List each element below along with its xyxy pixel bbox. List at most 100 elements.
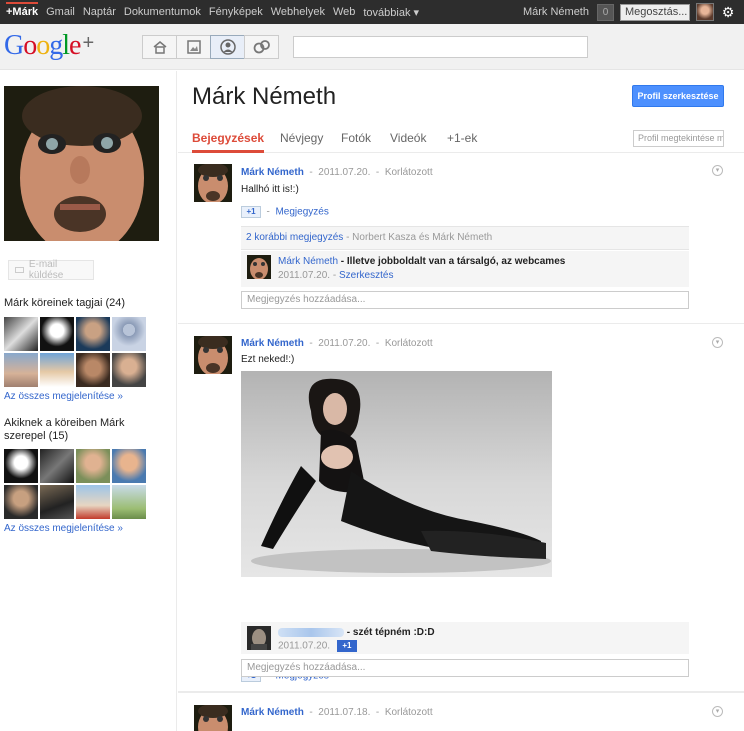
envelope-icon <box>15 267 24 273</box>
post-text: Ezt neked!:) <box>241 354 295 365</box>
view-profile-as-input[interactable]: Profil megtekintése m <box>633 130 724 147</box>
nav-photos[interactable]: Fényképek <box>209 6 263 18</box>
tab-photos[interactable]: Fotók <box>341 131 371 145</box>
nav-calendar[interactable]: Naptár <box>83 6 116 18</box>
comment-meta: 2011.07.20. - Szerkesztés <box>278 270 394 281</box>
circle-avatar[interactable] <box>40 353 74 387</box>
circles-icon <box>253 40 270 54</box>
left-column: E-mail küldése Márk köreinek tagjai (24)… <box>0 71 177 731</box>
nav-gmail[interactable]: Gmail <box>46 6 75 18</box>
comment-author-link[interactable]: Márk Németh <box>278 256 338 267</box>
circle-avatar[interactable] <box>76 485 110 519</box>
comment-edit-link[interactable]: Szerkesztés <box>339 270 393 281</box>
profile-photo[interactable] <box>4 86 159 241</box>
comment: - szét tépném :D:D 2011.07.20. +1 <box>241 622 689 654</box>
circles-button[interactable] <box>244 35 279 59</box>
post-date[interactable]: 2011.07.20. <box>318 167 370 178</box>
post-author-avatar[interactable] <box>194 705 232 731</box>
profile-photo-image <box>4 86 159 241</box>
profile-name: Márk Németh <box>192 83 337 110</box>
nav-sites[interactable]: Webhelyek <box>271 6 325 18</box>
post-author-link[interactable]: Márk Németh <box>241 167 304 178</box>
comment-date[interactable]: 2011.07.20. <box>278 641 330 652</box>
comment-plus-one-badge[interactable]: +1 <box>336 640 357 652</box>
search-input[interactable] <box>293 36 588 58</box>
previous-comments-link[interactable]: 2 korábbi megjegyzés <box>246 232 343 243</box>
top-avatar[interactable] <box>696 3 714 21</box>
post-date[interactable]: 2011.07.20. <box>318 338 370 349</box>
post-author-avatar[interactable] <box>194 336 232 374</box>
post-visibility[interactable]: Korlátozott <box>385 707 433 718</box>
gear-icon[interactable]: ⚙ <box>720 4 736 21</box>
circle-avatar[interactable] <box>4 317 38 351</box>
comment-date[interactable]: 2011.07.20. <box>278 270 330 281</box>
author-avatar-image <box>194 164 232 202</box>
post-author-link[interactable]: Márk Németh <box>241 707 304 718</box>
post-text: Hallhó itt is!:) <box>241 184 299 195</box>
post-header: Márk Németh - 2011.07.18. - Korlátozott <box>241 707 433 718</box>
post-date[interactable]: 2011.07.18. <box>318 707 370 718</box>
circle-avatar[interactable] <box>112 485 146 519</box>
nav-more[interactable]: továbbiak ▾ <box>363 6 419 19</box>
share-button[interactable]: Megosztás... <box>620 3 690 21</box>
circle-avatar[interactable] <box>112 449 146 483</box>
circle-avatar[interactable] <box>40 449 74 483</box>
stream-nav <box>142 35 279 59</box>
post: Márk Németh - 2011.07.20. - Korlátozott … <box>178 154 744 324</box>
circle-avatar[interactable] <box>4 353 38 387</box>
comment-avatar[interactable] <box>247 255 271 279</box>
blurred-author-name[interactable] <box>278 627 344 637</box>
comment-link[interactable]: Megjegyzés <box>275 207 328 218</box>
post: Márk Németh - 2011.07.18. - Korlátozott … <box>178 692 744 731</box>
in-circles-avatar-grid <box>4 449 146 519</box>
post-author-avatar[interactable] <box>194 164 232 202</box>
author-avatar-image <box>194 705 232 731</box>
circle-avatar[interactable] <box>4 449 38 483</box>
post-menu-chevron-icon[interactable]: ▾ <box>712 165 723 176</box>
nav-documents[interactable]: Dokumentumok <box>124 6 201 18</box>
circle-avatar[interactable] <box>112 353 146 387</box>
post-image[interactable] <box>241 371 552 577</box>
post-visibility[interactable]: Korlátozott <box>385 167 433 178</box>
post-author-link[interactable]: Márk Németh <box>241 338 304 349</box>
circle-avatar[interactable] <box>112 317 146 351</box>
tab-plusones[interactable]: +1-ek <box>447 131 477 145</box>
notification-count[interactable]: 0 <box>597 3 614 21</box>
tab-posts[interactable]: Bejegyzések <box>192 131 264 145</box>
circles-avatar-grid <box>4 317 146 387</box>
post-actions: +1 - Megjegyzés <box>241 206 329 218</box>
comment-line: Márk Németh - Illetve jobboldalt van a t… <box>278 256 566 267</box>
google-plus-logo[interactable]: Google + <box>4 30 94 62</box>
plus-one-button[interactable]: +1 <box>241 206 261 218</box>
post-menu-chevron-icon[interactable]: ▾ <box>712 337 723 348</box>
comment-avatar-image <box>247 626 271 650</box>
nav-web[interactable]: Web <box>333 6 355 18</box>
nav-plus-mark[interactable]: +Márk <box>6 2 39 18</box>
show-all-circles-link[interactable]: Az összes megjelenítése » <box>4 391 123 402</box>
main-column: Márk Németh Profil szerkesztése Bejegyzé… <box>178 71 744 731</box>
tab-about[interactable]: Névjegy <box>280 131 323 145</box>
show-all-in-circles-link[interactable]: Az összes megjelenítése » <box>4 523 123 534</box>
photos-button[interactable] <box>176 35 211 59</box>
post-visibility[interactable]: Korlátozott <box>385 338 433 349</box>
circle-avatar[interactable] <box>76 353 110 387</box>
circle-avatar[interactable] <box>76 317 110 351</box>
circle-avatar[interactable] <box>4 485 38 519</box>
circle-avatar[interactable] <box>76 449 110 483</box>
add-comment-input[interactable]: Megjegyzés hozzáadása... <box>241 659 689 677</box>
post-menu-chevron-icon[interactable]: ▾ <box>712 706 723 717</box>
comment-meta: 2011.07.20. +1 <box>278 640 357 652</box>
previous-comments-bar[interactable]: 2 korábbi megjegyzés - Norbert Kasza és … <box>241 226 689 250</box>
circle-avatar[interactable] <box>40 317 74 351</box>
home-icon <box>153 41 166 54</box>
home-button[interactable] <box>142 35 177 59</box>
profile-button[interactable] <box>210 35 245 59</box>
top-right: Márk Németh 0 Megosztás... ⚙ <box>523 0 736 24</box>
top-user-name[interactable]: Márk Németh <box>523 6 589 18</box>
edit-profile-button[interactable]: Profil szerkesztése <box>632 85 724 107</box>
send-email-button[interactable]: E-mail küldése <box>8 259 94 281</box>
comment-avatar[interactable] <box>247 626 271 650</box>
add-comment-input[interactable]: Megjegyzés hozzáadása... <box>241 291 689 309</box>
circle-avatar[interactable] <box>40 485 74 519</box>
tab-videos[interactable]: Videók <box>390 131 426 145</box>
